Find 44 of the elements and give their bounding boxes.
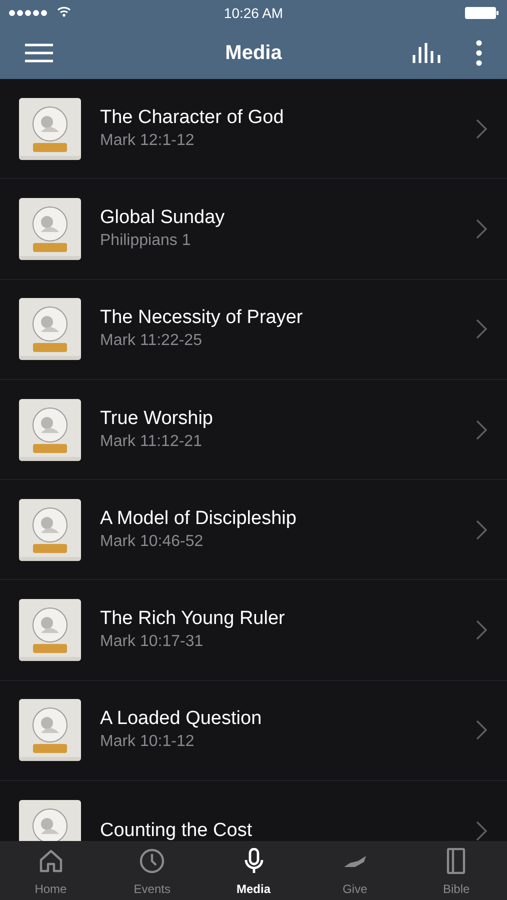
chevron-right-icon <box>476 218 487 239</box>
media-list-item[interactable]: True Worship Mark 11:12-21 <box>0 380 507 480</box>
item-subtitle: Mark 10:1-12 <box>100 732 196 752</box>
status-time: 10:26 AM <box>224 4 284 22</box>
media-list-item[interactable]: The Character of God Mark 12:1-12 <box>0 79 507 180</box>
battery-icon <box>465 7 499 19</box>
chevron-right-icon <box>476 118 487 139</box>
item-subtitle: Mark 10:17-31 <box>100 632 204 652</box>
item-subtitle: Mark 11:12-21 <box>100 432 203 452</box>
chevron-right-icon <box>476 520 487 540</box>
nav-title: Media <box>225 40 282 66</box>
clock-icon <box>139 848 166 874</box>
item-title: Counting the Cost <box>100 818 254 841</box>
chevron-right-icon <box>476 620 487 640</box>
more-icon[interactable] <box>476 40 482 66</box>
item-title: The Necessity of Prayer <box>100 306 304 330</box>
chevron-right-icon <box>476 720 487 740</box>
home-icon <box>38 848 64 874</box>
item-subtitle: Mark 10:46-52 <box>100 532 204 552</box>
item-title: The Rich Young Ruler <box>100 607 286 632</box>
item-title: A Model of Discipleship <box>100 506 298 531</box>
media-list-item[interactable]: A Model of Discipleship Mark 10:46-52 <box>0 480 507 580</box>
tab-bar-item[interactable]: Home <box>0 841 102 900</box>
tab-bar-item[interactable]: Bible <box>406 841 507 900</box>
media-list-item[interactable]: The Rich Young Ruler Mark 10:17-31 <box>0 580 507 681</box>
media-list-item[interactable]: Global Sunday Philippians 1 <box>0 179 507 280</box>
tab-bar-item[interactable]: Events <box>101 841 203 900</box>
item-title: True Worship <box>100 406 214 431</box>
item-title: Global Sunday <box>100 206 226 230</box>
chevron-right-icon <box>476 820 487 841</box>
item-subtitle: Mark 12:1-12 <box>100 130 196 151</box>
item-subtitle: Philippians 1 <box>100 230 192 251</box>
item-title: The Character of God <box>100 106 285 130</box>
tab-bar-item[interactable]: Media <box>202 841 304 900</box>
equalizer-icon[interactable] <box>412 42 442 62</box>
media-list-item[interactable]: The Necessity of Prayer Mark 11:22-25 <box>0 280 507 380</box>
wifi-icon <box>57 6 71 17</box>
chevron-right-icon <box>476 319 487 340</box>
item-title: A Loaded Question <box>100 707 263 732</box>
item-subtitle: Mark 11:22-25 <box>100 331 203 352</box>
media-list-item[interactable]: A Loaded Question Mark 10:1-12 <box>0 680 507 782</box>
chevron-right-icon <box>476 420 487 440</box>
menu-icon[interactable] <box>25 42 53 62</box>
tab-bar-item[interactable]: Give <box>304 841 406 900</box>
